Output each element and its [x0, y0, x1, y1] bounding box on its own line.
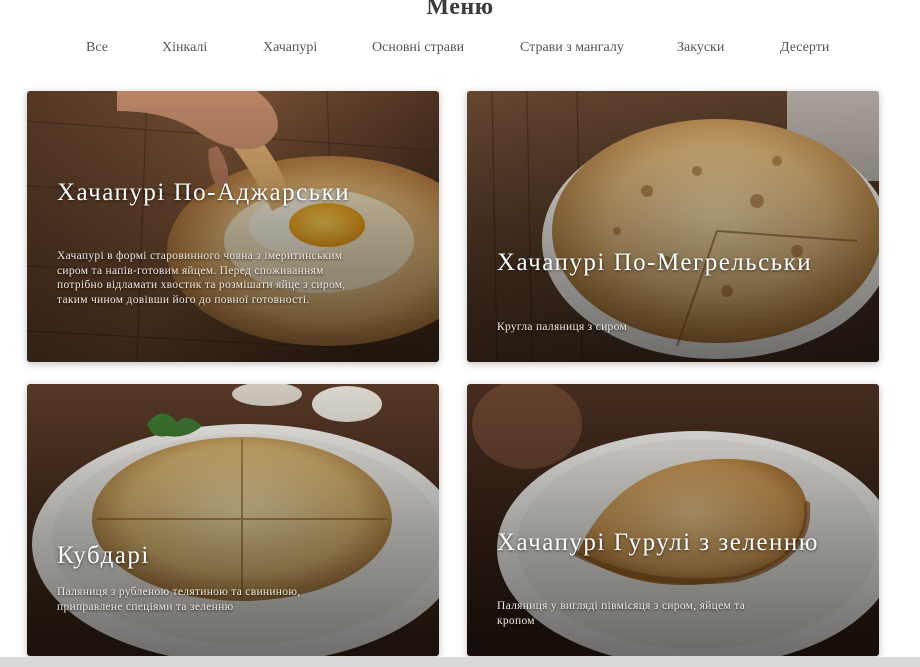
- tab-khinkali[interactable]: Хінкалі: [162, 40, 207, 56]
- card-title: Кубдарі: [57, 542, 150, 569]
- menu-card-adjarian-khachapuri[interactable]: Хачапурі По-Аджарськи Хачапурі в формі с…: [27, 91, 439, 362]
- card-description: Паляниця з рубленою телятиною та свинино…: [57, 586, 301, 613]
- tab-appetizers[interactable]: Закуски: [677, 40, 724, 56]
- tab-all[interactable]: Все: [86, 40, 108, 56]
- card-title: Хачапурі Гурулі з зеленню: [497, 529, 819, 556]
- menu-card-gurian-khachapuri[interactable]: Хачапурі Гурулі з зеленню Паляниця у виг…: [467, 384, 879, 656]
- page-title: Меню: [426, 0, 494, 20]
- tab-desserts[interactable]: Десерти: [780, 40, 829, 56]
- card-description: Кругла паляниця з сиром: [497, 321, 628, 333]
- tab-khachapuri[interactable]: Хачапурі: [263, 40, 317, 56]
- bottom-bar: [0, 657, 920, 667]
- menu-page: Меню Все Хінкалі Хачапурі Основні страви…: [0, 0, 920, 667]
- menu-card-megrelian-khachapuri[interactable]: Хачапурі По-Мегрельськи Кругла паляниця …: [467, 91, 879, 362]
- card-title: Хачапурі По-Аджарськи: [57, 179, 351, 206]
- card-title: Хачапурі По-Мегрельськи: [497, 249, 813, 276]
- card-description: Паляниця у вигляді півмісяця з сиром, яй…: [497, 600, 746, 627]
- tab-grill-dishes[interactable]: Страви з мангалу: [520, 40, 624, 56]
- menu-card-kubdari[interactable]: Кубдарі Паляниця з рубленою телятиною та…: [27, 384, 439, 656]
- card-description: Хачапурі в формі старовинного човна з ім…: [57, 250, 346, 306]
- tab-main-dishes[interactable]: Основні страви: [372, 40, 464, 56]
- category-tabs: Все Хінкалі Хачапурі Основні страви Стра…: [0, 40, 920, 60]
